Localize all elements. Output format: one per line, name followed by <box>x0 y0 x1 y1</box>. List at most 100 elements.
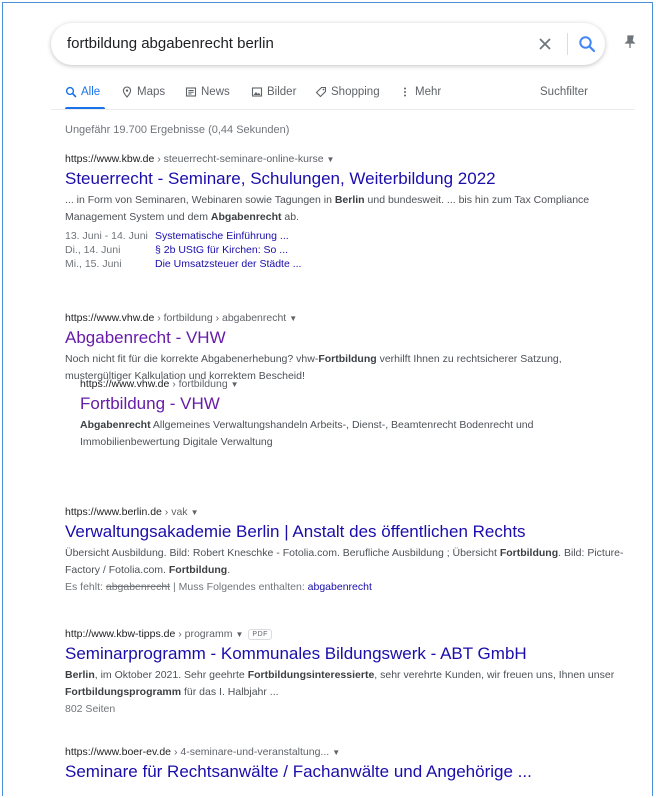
result-stats: Ungefähr 19.700 Ergebnisse (0,44 Sekunde… <box>65 124 290 136</box>
sitelink-row: Mi., 15. Juni Die Umsatzsteuer der Städt… <box>65 257 625 271</box>
missing-label: Es fehlt: <box>65 581 106 593</box>
snippet-highlight: Fortbildung <box>168 564 228 576</box>
caret-down-icon[interactable]: ▼ <box>289 314 297 323</box>
sitelink-date: Di., 14. Juni <box>65 244 121 256</box>
result-title[interactable]: Verwaltungsakademie Berlin | Anstalt des… <box>65 522 625 542</box>
tab-alle[interactable]: Alle <box>65 86 100 98</box>
result-snippet: Übersicht Ausbildung. Bild: Robert Knesc… <box>65 545 625 579</box>
result-url[interactable]: https://www.vhw.de › fortbildung › abgab… <box>65 312 625 324</box>
snippet-highlight: Fortbildungsprogramm <box>65 686 182 698</box>
missing-term: abgabenrecht <box>105 581 171 593</box>
snippet-highlight: Berlin <box>334 194 365 206</box>
close-icon[interactable] <box>535 34 555 54</box>
tab-maps[interactable]: Maps <box>121 86 165 98</box>
result-url[interactable]: https://www.boer-ev.de › 4-seminare-und-… <box>65 746 625 758</box>
tabs-divider <box>51 109 635 110</box>
result-path: › vak <box>161 506 188 518</box>
search-icon[interactable] <box>577 34 597 54</box>
snippet-text: , sehr verehrte Kunden, wir freuen uns, … <box>374 669 615 681</box>
result-snippet: ... in Form von Seminaren, Webinaren sow… <box>65 192 625 226</box>
suchfilter-button[interactable]: Suchfilter <box>540 86 588 98</box>
snippet-text: . <box>227 564 231 576</box>
sitelink-date: Mi., 15. Juni <box>65 258 122 270</box>
tab-news[interactable]: News <box>185 86 230 98</box>
caret-down-icon[interactable]: ▼ <box>231 380 239 389</box>
tab-label: Alle <box>81 86 101 98</box>
caret-down-icon[interactable]: ▼ <box>235 630 243 639</box>
result-title[interactable]: Seminarprogramm - Kommunales Bildungswer… <box>65 644 625 664</box>
snippet-text: für das I. Halbjahr ... <box>181 686 279 698</box>
result-domain: https://www.vhw.de <box>80 378 170 390</box>
search-divider <box>567 33 568 55</box>
tab-label: News <box>201 86 230 98</box>
caret-down-icon[interactable]: ▼ <box>191 508 199 517</box>
missing-terms: Es fehlt: abgabenrecht | Muss Folgendes … <box>65 579 625 596</box>
caret-down-icon[interactable]: ▼ <box>332 748 340 757</box>
map-pin-icon <box>122 86 132 98</box>
search-result-nested: https://www.vhw.de › fortbildung ▼ Fortbi… <box>80 378 620 451</box>
page-count: 802 Seiten <box>65 703 116 715</box>
search-icon <box>65 86 77 98</box>
result-title[interactable]: Fortbildung - VHW <box>80 394 620 414</box>
pdf-badge: PDF <box>248 629 272 640</box>
snippet-text: , im Oktober 2021. Sehr geehrte <box>94 669 248 681</box>
tab-label: Shopping <box>331 86 380 98</box>
sitelink[interactable]: Systematische Einführung ... <box>155 229 289 243</box>
tab-shopping[interactable]: Shopping <box>315 86 380 98</box>
result-snippet: Berlin, im Oktober 2021. Sehr geehrte Fo… <box>65 667 625 701</box>
snippet-text: Noch nicht fit für die korrekte Abgabene… <box>65 353 319 365</box>
result-domain: https://www.berlin.de <box>65 506 162 518</box>
tab-label: Bilder <box>267 86 297 98</box>
pin-icon[interactable] <box>623 35 637 49</box>
result-url[interactable]: https://www.berlin.de › vak ▼ <box>65 506 625 518</box>
result-title[interactable]: Steuerrecht - Seminare, Schulungen, Weit… <box>65 169 625 189</box>
caret-down-icon[interactable]: ▼ <box>327 155 335 164</box>
snippet-text: ... in Form von Seminaren, Webinaren sow… <box>65 194 335 206</box>
sitelinks: 13. Juni - 14. Juni Systematische Einfüh… <box>65 229 625 271</box>
snippet-highlight: Fortbildung <box>499 547 559 559</box>
search-box[interactable]: fortbildung abgabenrecht berlin <box>51 23 605 65</box>
tag-icon <box>315 86 327 98</box>
snippet-highlight: Fortbildungsinteressierte <box>247 669 375 681</box>
result-path: › fortbildung <box>169 378 228 390</box>
sitelink[interactable]: § 2b UStG für Kirchen: So ... <box>155 243 288 257</box>
search-result: https://www.boer-ev.de › 4-seminare-und-… <box>65 746 625 782</box>
result-domain: http://www.kbw-tipps.de <box>65 628 176 640</box>
image-icon <box>251 87 263 97</box>
snippet-highlight: Abgabenrecht <box>80 419 151 431</box>
sitelink-row: Di., 14. Juni § 2b UStG für Kirchen: So … <box>65 243 625 257</box>
tab-bilder[interactable]: Bilder <box>251 86 296 98</box>
search-input[interactable]: fortbildung abgabenrecht berlin <box>67 35 274 52</box>
missing-separator: | Muss Folgendes enthalten: <box>170 581 308 593</box>
result-domain: https://www.vhw.de <box>65 312 155 324</box>
result-url[interactable]: http://www.kbw-tipps.de › programm ▼ PDF <box>65 628 625 640</box>
tab-label: Maps <box>137 86 166 98</box>
snippet-highlight: Abgabenrecht <box>210 211 282 223</box>
search-result: https://www.vhw.de › fortbildung › abgab… <box>65 312 625 385</box>
tab-label: Mehr <box>415 86 442 98</box>
must-include-link[interactable]: abgabenrecht <box>308 581 372 593</box>
search-result: https://www.berlin.de › vak ▼ Verwaltungs… <box>65 506 625 596</box>
result-path: › 4-seminare-und-veranstaltung... <box>171 746 330 758</box>
sitelink-date: 13. Juni - 14. Juni <box>65 230 148 242</box>
result-path: › programm <box>175 628 233 640</box>
sitelink-row: 13. Juni - 14. Juni Systematische Einfüh… <box>65 229 625 243</box>
snippet-highlight: Fortbildung <box>318 353 377 365</box>
result-snippet: Abgabenrecht Allgemeines Verwaltungshand… <box>80 417 620 451</box>
search-result: https://www.kbw.de › steuerrecht-seminar… <box>65 153 625 271</box>
result-path: › fortbildung › abgabenrecht <box>154 312 287 324</box>
search-result: http://www.kbw-tipps.de › programm ▼ PDF S… <box>65 628 625 718</box>
result-title[interactable]: Abgabenrecht - VHW <box>65 328 625 348</box>
result-path: › steuerrecht-seminare-online-kurse <box>154 153 324 165</box>
result-domain: https://www.kbw.de <box>65 153 155 165</box>
result-title[interactable]: Seminare für Rechtsanwälte / Fachanwälte… <box>65 762 625 782</box>
result-domain: https://www.boer-ev.de <box>65 746 172 758</box>
snippet-highlight: Berlin <box>65 669 95 681</box>
browser-frame: fortbildung abgabenrecht berlin Alle Map… <box>2 2 653 796</box>
tab-mehr[interactable]: Mehr <box>399 86 441 98</box>
result-url[interactable]: https://www.kbw.de › steuerrecht-seminar… <box>65 153 625 165</box>
result-url[interactable]: https://www.vhw.de › fortbildung ▼ <box>80 378 620 390</box>
news-icon <box>185 87 197 97</box>
snippet-text: ab. <box>281 211 300 223</box>
sitelink[interactable]: Die Umsatzsteuer der Städte ... <box>155 257 301 271</box>
